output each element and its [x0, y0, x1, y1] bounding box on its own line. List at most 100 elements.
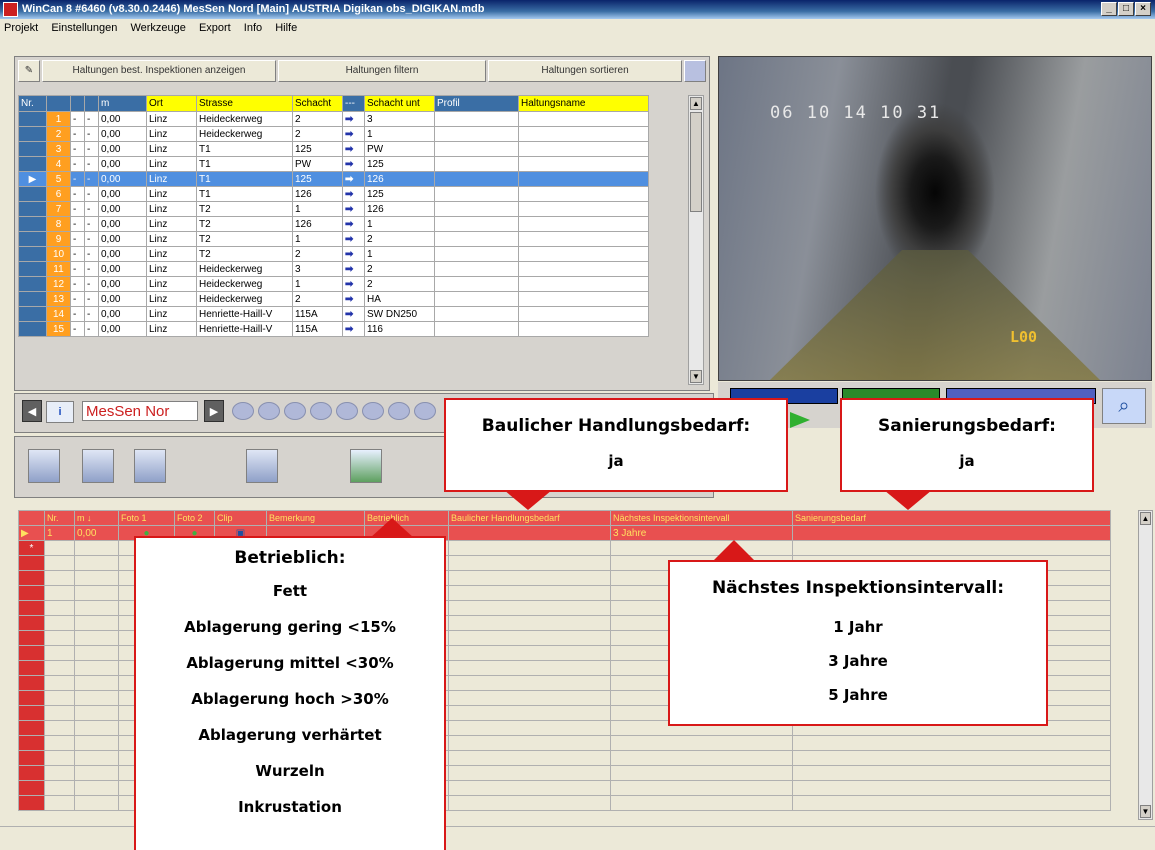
- row-schacht: 126: [292, 216, 343, 232]
- header-ort[interactable]: Ort: [146, 95, 197, 112]
- header-col[interactable]: Nächstes Inspektionsintervall: [610, 510, 793, 526]
- table-row[interactable]: 15- -0,00 Linz Henriette-Haill-V 115A ➡ 116: [18, 321, 649, 337]
- camera-icon[interactable]: [232, 402, 254, 420]
- scissors-icon[interactable]: [362, 402, 384, 420]
- row-header: [18, 705, 45, 721]
- web-export-icon[interactable]: [350, 449, 382, 483]
- table-row[interactable]: 3- -0,00 Linz T1 125 ➡ PW: [18, 141, 649, 157]
- globe-icon[interactable]: [388, 402, 410, 420]
- lock-icon[interactable]: [414, 402, 436, 420]
- database-icon[interactable]: [28, 449, 60, 483]
- scroll-up-arrow-icon[interactable]: ▲: [1140, 512, 1151, 525]
- form-icon[interactable]: [82, 449, 114, 483]
- row-haltungsname: [518, 261, 649, 277]
- scroll-thumb[interactable]: [690, 112, 702, 212]
- header-m[interactable]: m: [98, 95, 147, 112]
- table-row[interactable]: 10- -0,00 Linz T2 2 ➡ 1: [18, 246, 649, 262]
- header-direction[interactable]: ---: [342, 95, 365, 112]
- close-button[interactable]: ×: [1135, 2, 1151, 16]
- table-row[interactable]: 11- -0,00 Linz Heideckerweg 3 ➡ 2: [18, 261, 649, 277]
- callout-betrieblich-item: Ablagerung hoch >30%: [191, 690, 389, 708]
- pencil-icon[interactable]: [284, 402, 306, 420]
- menu-werkzeuge[interactable]: Werkzeuge: [130, 22, 185, 34]
- table-cell: [610, 765, 793, 781]
- row-flag: -: [70, 261, 85, 277]
- row-status: -: [84, 156, 99, 172]
- table-row[interactable]: 7- -0,00 Linz T2 1 ➡ 126: [18, 201, 649, 217]
- menu-projekt[interactable]: Projekt: [4, 22, 38, 34]
- show-inspections-button[interactable]: Haltungen best. Inspektionen anzeigen: [42, 60, 276, 82]
- row-header: [18, 630, 45, 646]
- info-icon[interactable]: i: [46, 401, 74, 423]
- row-ort: Linz: [146, 126, 197, 142]
- header-col[interactable]: Sanierungsbedarf: [792, 510, 1111, 526]
- menu-einstellungen[interactable]: Einstellungen: [51, 22, 117, 34]
- table-row[interactable]: 1- -0,00 Linz Heideckerweg 2 ➡ 3: [18, 111, 649, 127]
- header-schacht-unt[interactable]: Schacht unt: [364, 95, 435, 112]
- table-row[interactable]: 9- -0,00 Linz T2 1 ➡ 2: [18, 231, 649, 247]
- next-project-button[interactable]: ▶: [204, 400, 224, 422]
- zoom-icon[interactable]: ⌕: [1102, 388, 1146, 424]
- header-col[interactable]: Foto 1: [118, 510, 175, 526]
- header-strasse[interactable]: Strasse: [196, 95, 293, 112]
- table-row[interactable]: 14- -0,00 Linz Henriette-Haill-V 115A ➡ SW DN2…: [18, 306, 649, 322]
- menu-info[interactable]: Info: [244, 22, 262, 34]
- gear-icon[interactable]: [310, 402, 332, 420]
- header-col[interactable]: Nr.: [44, 510, 75, 526]
- row-haltungsname: [518, 291, 649, 307]
- header-nr[interactable]: Nr.: [18, 95, 47, 112]
- row-strasse: Heideckerweg: [196, 261, 293, 277]
- header-status-icon[interactable]: [84, 95, 99, 112]
- table-row[interactable]: 6- -0,00 Linz T1 126 ➡ 125: [18, 186, 649, 202]
- calendar-icon[interactable]: [246, 449, 278, 483]
- print-icon[interactable]: [134, 449, 166, 483]
- table-cell: [448, 540, 611, 556]
- header-rowhead[interactable]: [18, 510, 45, 526]
- menu-export[interactable]: Export: [199, 22, 231, 34]
- filter-button[interactable]: Haltungen filtern: [278, 60, 486, 82]
- callout-sanierung-value: ja: [959, 452, 975, 470]
- table-cell: [448, 600, 611, 616]
- row-schacht: 2: [292, 246, 343, 262]
- header-col[interactable]: Baulicher Handlungsbedarf: [448, 510, 611, 526]
- sort-button[interactable]: Haltungen sortieren: [488, 60, 682, 82]
- callout-intervall: Nächstes Inspektionsintervall: 1 Jahr 3 …: [668, 560, 1048, 726]
- maximize-button[interactable]: □: [1118, 2, 1134, 16]
- table-row[interactable]: 12- -0,00 Linz Heideckerweg 1 ➡ 2: [18, 276, 649, 292]
- table-cell: [74, 600, 119, 616]
- wincan-app-icon[interactable]: [3, 2, 18, 17]
- header-flag-icon[interactable]: [46, 95, 71, 112]
- table-cell: [74, 765, 119, 781]
- table-cell: [74, 780, 119, 796]
- scroll-down-arrow-icon[interactable]: ▼: [690, 370, 702, 383]
- header-col[interactable]: m ↓: [74, 510, 119, 526]
- header-col[interactable]: Foto 2: [174, 510, 215, 526]
- scroll-up-arrow-icon[interactable]: ▲: [690, 97, 702, 110]
- header-status-icon[interactable]: [70, 95, 85, 112]
- header-profil[interactable]: Profil: [434, 95, 519, 112]
- header-haltungsname[interactable]: Haltungsname: [518, 95, 649, 112]
- table-row[interactable]: 4- -0,00 Linz T1 PW ➡ 125: [18, 156, 649, 172]
- observation-scrollbar[interactable]: ▲ ▼: [1138, 510, 1153, 820]
- table-row[interactable]: 8- -0,00 Linz T2 126 ➡ 1: [18, 216, 649, 232]
- minimize-button[interactable]: _: [1101, 2, 1117, 16]
- row-schacht-unt: HA: [364, 291, 435, 307]
- header-col[interactable]: Clip: [214, 510, 267, 526]
- scroll-down-arrow-icon[interactable]: ▼: [1140, 805, 1151, 818]
- header-schacht[interactable]: Schacht: [292, 95, 343, 112]
- row-status: -: [84, 141, 99, 157]
- options-icon[interactable]: [684, 60, 706, 82]
- table-row[interactable]: 13- -0,00 Linz Heideckerweg 2 ➡ HA: [18, 291, 649, 307]
- table-row[interactable]: 2- -0,00 Linz Heideckerweg 2 ➡ 1: [18, 126, 649, 142]
- project-name-field[interactable]: MesSen Nor: [82, 401, 198, 421]
- table-cell: [610, 735, 793, 751]
- table-row[interactable]: ▶ 5- -0,00 Linz T1 125 ➡ 126: [18, 171, 649, 187]
- tools-icon[interactable]: [336, 402, 358, 420]
- menu-hilfe[interactable]: Hilfe: [275, 22, 297, 34]
- header-col[interactable]: Bemerkung: [266, 510, 365, 526]
- row-strasse: Heideckerweg: [196, 126, 293, 142]
- observation-icon[interactable]: [258, 402, 280, 420]
- haltungen-scrollbar[interactable]: ▲ ▼: [688, 95, 704, 385]
- prev-project-button[interactable]: ◀: [22, 400, 42, 422]
- edit-icon[interactable]: ✎: [18, 60, 40, 82]
